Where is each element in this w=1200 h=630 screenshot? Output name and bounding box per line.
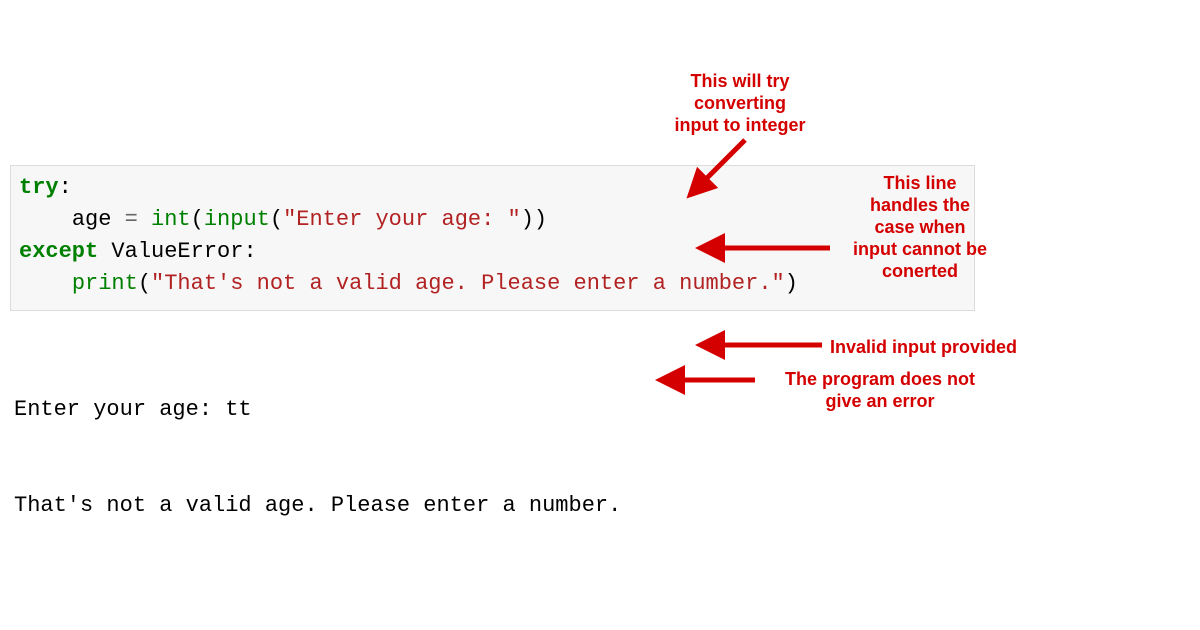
annotation-invalid-input: Invalid input provided — [830, 336, 1130, 358]
code-line-1: try: — [19, 172, 966, 204]
annotation-handles-case: This linehandles thecase wheninput canno… — [830, 172, 1010, 282]
code-line-3: except ValueError: — [19, 236, 966, 268]
code-line-4: print("That's not a valid age. Please en… — [19, 268, 966, 300]
keyword-try: try — [19, 175, 59, 200]
output-line-2: That's not a valid age. Please enter a n… — [14, 490, 621, 522]
keyword-except: except — [19, 239, 98, 264]
annotation-no-error: The program does notgive an error — [760, 368, 1000, 412]
output-block: Enter your age: tt That's not a valid ag… — [14, 330, 621, 586]
output-line-1: Enter your age: tt — [14, 394, 621, 426]
diagram-stage: { "code": { "line1": {"kw": "try", "colo… — [0, 0, 1200, 630]
annotation-try-convert: This will tryconvertinginput to integer — [640, 70, 840, 136]
code-line-2: age = int(input("Enter your age: ")) — [19, 204, 966, 236]
